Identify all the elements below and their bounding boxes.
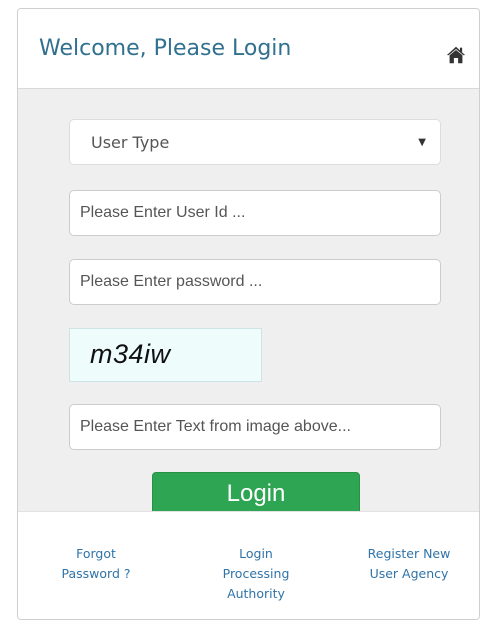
login-button[interactable]: Login bbox=[152, 472, 360, 516]
captcha-input[interactable] bbox=[69, 404, 441, 450]
register-new-user-agency-link[interactable]: Register New User Agency bbox=[348, 544, 470, 584]
captcha-text: m34iw bbox=[90, 339, 171, 369]
forgot-password-link[interactable]: Forgot Password ? bbox=[46, 544, 146, 584]
user-type-select[interactable]: User Type ▼ bbox=[69, 119, 441, 165]
login-panel: Welcome, Please Login User Type ▼ m34iw … bbox=[17, 8, 480, 620]
chevron-down-icon: ▼ bbox=[418, 136, 426, 148]
register-line-2: User Agency bbox=[369, 566, 449, 581]
user-id-input[interactable] bbox=[69, 190, 441, 236]
authority-line-3: Authority bbox=[227, 586, 285, 601]
password-input[interactable] bbox=[69, 259, 441, 305]
login-footer: Forgot Password ? Login Processing Autho… bbox=[18, 511, 479, 619]
login-processing-authority-link[interactable]: Login Processing Authority bbox=[206, 544, 306, 604]
home-icon[interactable] bbox=[445, 44, 467, 66]
login-header: Welcome, Please Login bbox=[18, 9, 479, 89]
register-line-1: Register New bbox=[367, 546, 451, 561]
page-title: Welcome, Please Login bbox=[39, 36, 292, 61]
forgot-password-line-1: Forgot bbox=[76, 546, 116, 561]
captcha-image: m34iw bbox=[69, 328, 262, 382]
forgot-password-line-2: Password ? bbox=[61, 566, 131, 581]
login-form: User Type ▼ m34iw Login bbox=[18, 89, 479, 516]
authority-line-2: Processing bbox=[222, 566, 290, 581]
authority-line-1: Login bbox=[239, 546, 273, 561]
user-type-value: User Type bbox=[91, 132, 170, 152]
